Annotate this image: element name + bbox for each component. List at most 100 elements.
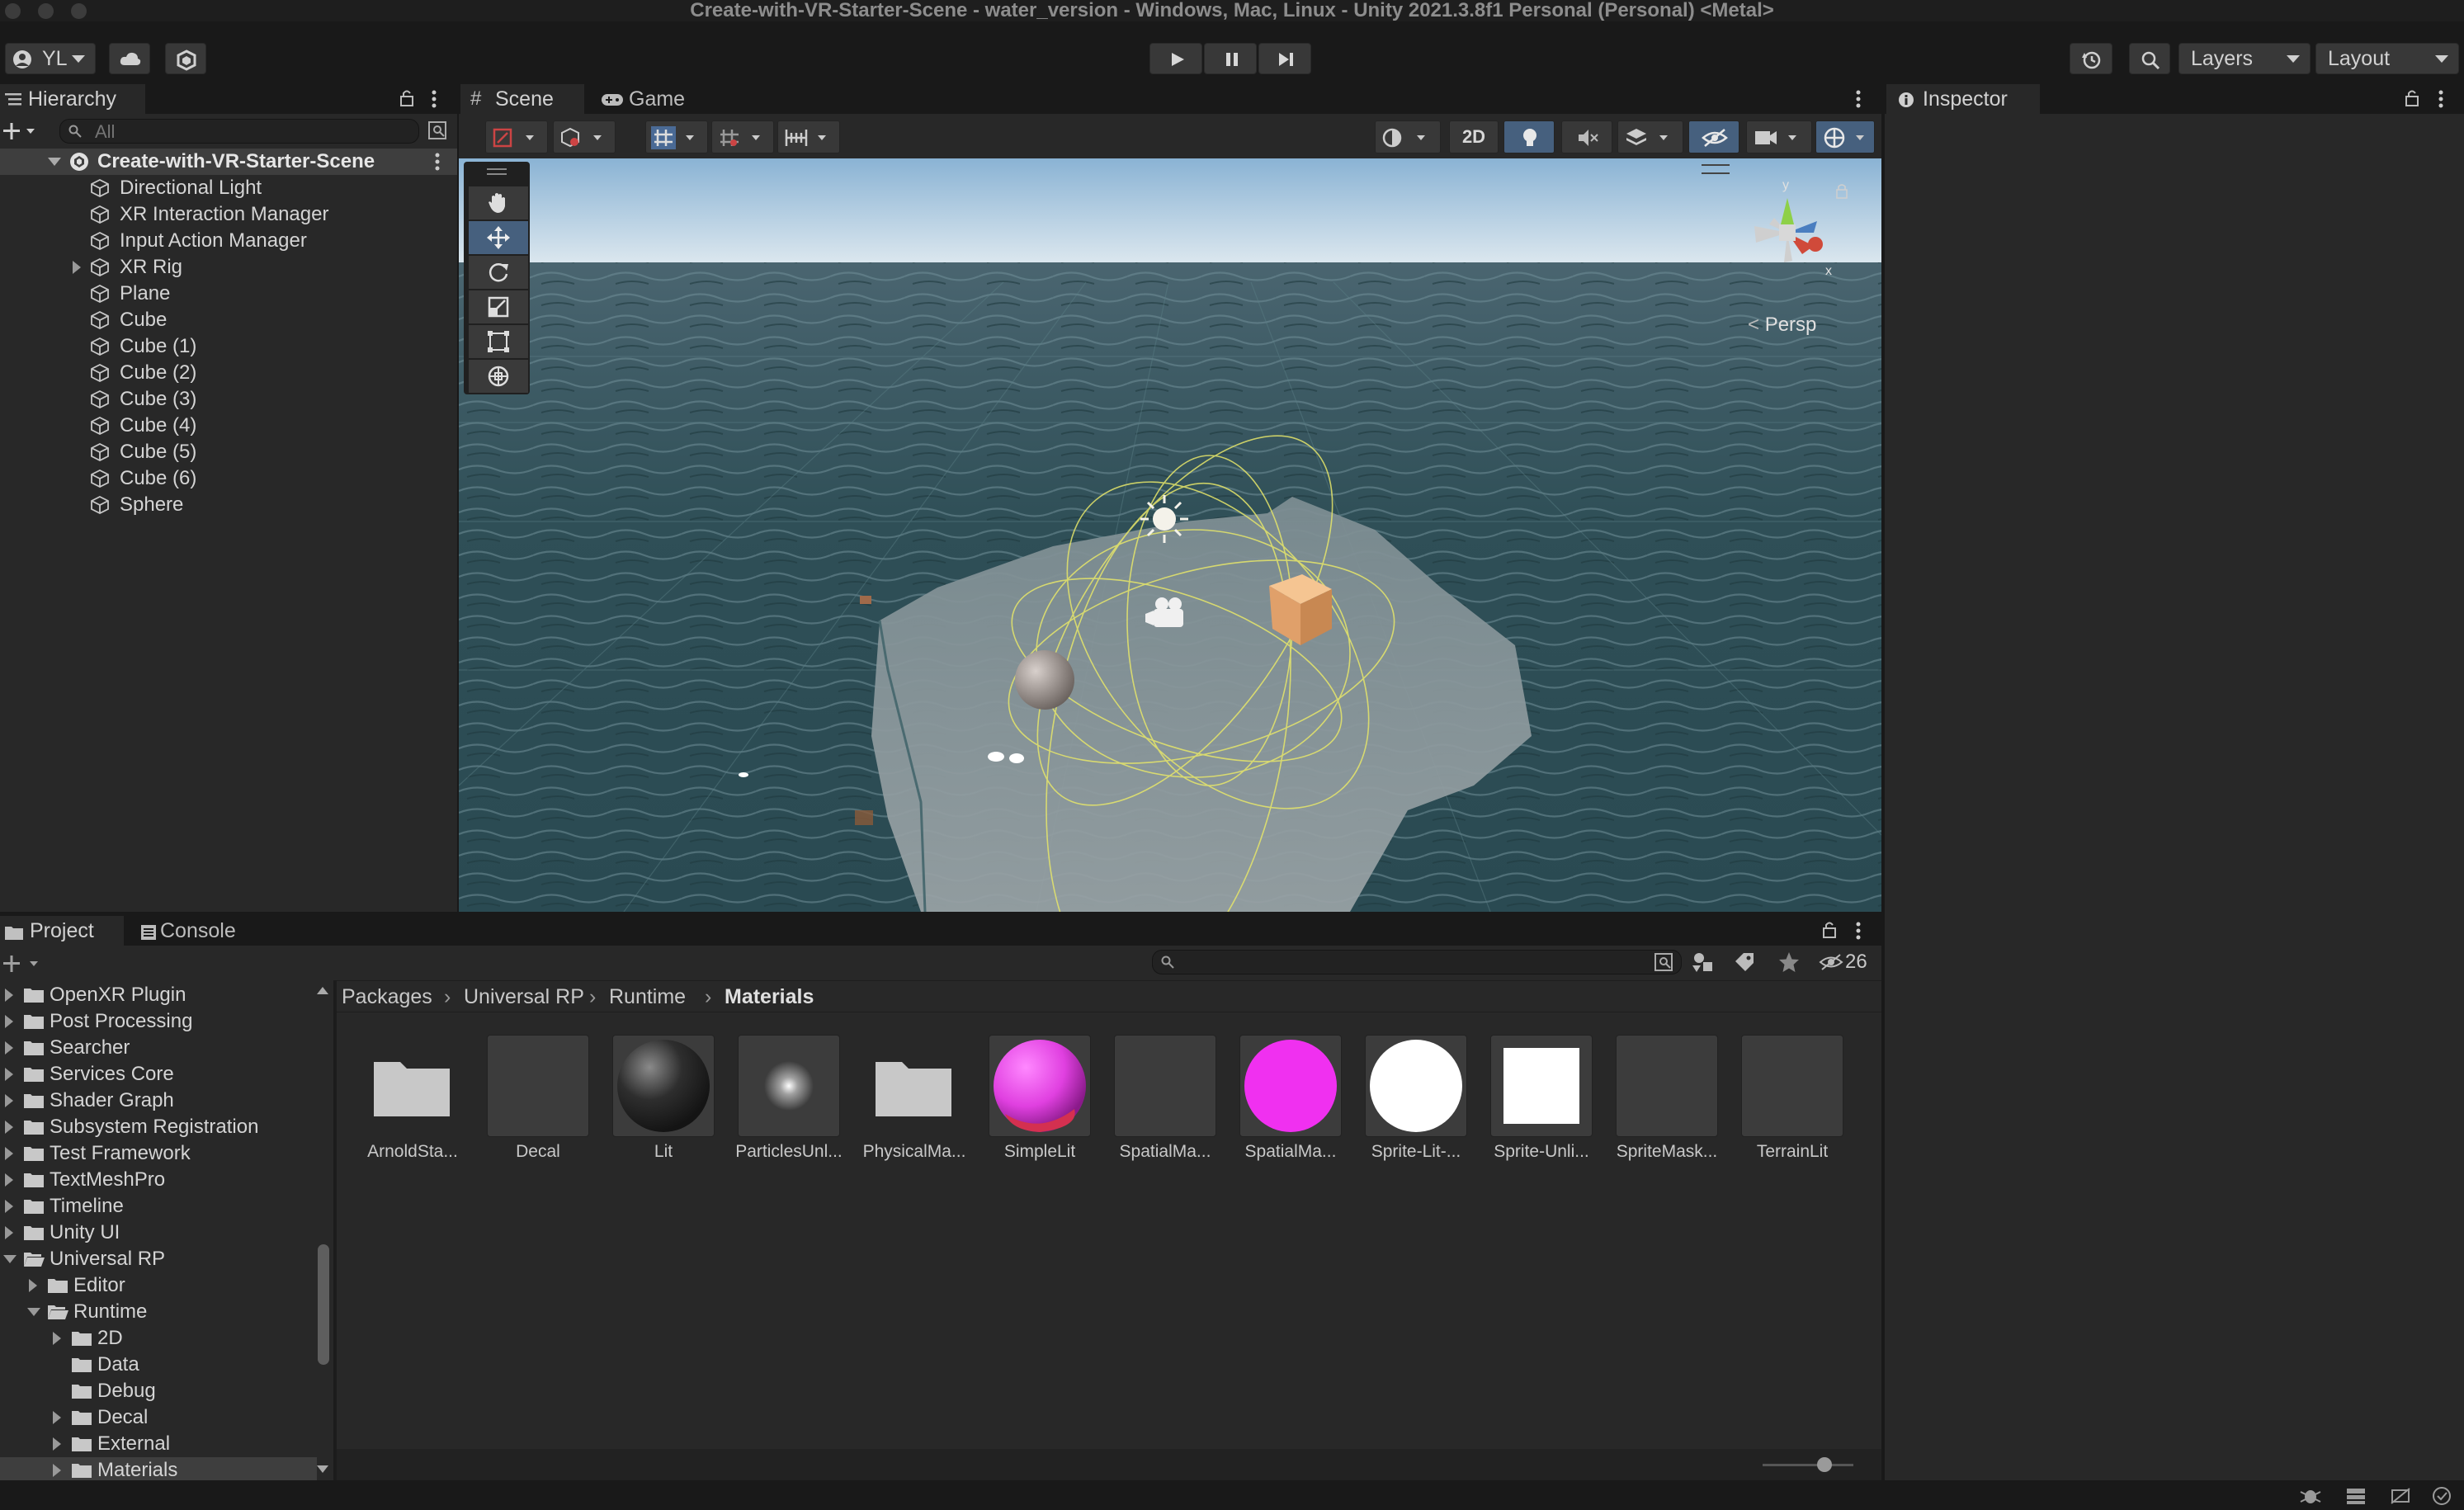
asset-tile[interactable] [487, 1035, 589, 1137]
asset-tile[interactable] [989, 1035, 1091, 1137]
breadcrumb-universal-rp[interactable]: Universal RP [464, 982, 584, 1012]
tab-inspector[interactable]: Inspector [1886, 84, 2040, 114]
project-tree-item[interactable]: 2D [0, 1325, 317, 1352]
orientation-gizmo[interactable]: y x [1738, 175, 1845, 287]
hierarchy-item[interactable]: Plane [0, 281, 457, 307]
hierarchy-item[interactable]: Cube (3) [0, 386, 457, 413]
asset-tile[interactable] [1490, 1035, 1593, 1137]
step-button[interactable] [1258, 43, 1311, 74]
scene-visibility-toggle[interactable] [1688, 120, 1739, 153]
expand-arrow-icon[interactable] [5, 1068, 13, 1081]
rotate-tool-button[interactable] [469, 256, 528, 289]
hierarchy-search-field[interactable] [59, 119, 419, 144]
expand-arrow-icon[interactable] [53, 1464, 61, 1477]
project-tree-item[interactable]: Services Core [0, 1061, 317, 1088]
gizmo-drag-handle[interactable] [1702, 164, 1730, 174]
project-tree-item[interactable]: Searcher [0, 1035, 317, 1061]
asset-tile[interactable] [612, 1035, 715, 1137]
expand-arrow-icon[interactable] [5, 1147, 13, 1160]
expand-arrow-icon[interactable] [5, 1094, 13, 1107]
expand-arrow-icon[interactable] [5, 1200, 13, 1213]
asset-tile[interactable] [1616, 1035, 1718, 1137]
scroll-down-icon[interactable] [317, 1465, 328, 1473]
render-mode-dropdown[interactable] [553, 120, 616, 153]
tree-scrollbar[interactable] [317, 987, 330, 1480]
hierarchy-item[interactable]: Input Action Manager [0, 228, 457, 254]
toggle-2d-button[interactable]: 2D [1449, 120, 1499, 153]
zoom-slider-track[interactable] [1763, 1464, 1853, 1466]
expand-arrow-icon[interactable] [53, 1332, 61, 1345]
hierarchy-item[interactable]: Cube (5) [0, 439, 457, 465]
hierarchy-item[interactable]: XR Rig [0, 254, 457, 281]
camera-dropdown[interactable] [1746, 120, 1812, 153]
hierarchy-item[interactable]: Cube (6) [0, 465, 457, 492]
project-tree-item[interactable]: Unity UI [0, 1220, 317, 1246]
projection-toggle[interactable]: < Persp [1748, 314, 1816, 337]
search-by-type-icon[interactable] [1692, 951, 1715, 974]
hierarchy-item[interactable]: Sphere [0, 492, 457, 518]
asset-tile[interactable] [1114, 1035, 1216, 1137]
project-tree-item[interactable]: OpenXR Plugin [0, 982, 317, 1008]
drag-handle-icon[interactable] [487, 168, 507, 175]
shading-dropdown[interactable] [1375, 120, 1441, 153]
project-create-button[interactable] [2, 951, 45, 975]
asset-tile[interactable] [1741, 1035, 1843, 1137]
project-tree-item[interactable]: Runtime [0, 1299, 317, 1325]
scene-viewport[interactable] [459, 158, 1881, 912]
project-tree-item[interactable]: External [0, 1431, 317, 1457]
status-check-icon[interactable] [2431, 1485, 2452, 1507]
rect-tool-button[interactable] [469, 325, 528, 358]
move-tool-button[interactable] [469, 221, 528, 254]
expand-arrow-icon[interactable] [5, 1226, 13, 1239]
breadcrumb-runtime[interactable]: Runtime [609, 982, 686, 1012]
search-scope-icon[interactable] [1654, 952, 1673, 972]
layers-dropdown[interactable]: Layers [2178, 43, 2311, 74]
asset-tile[interactable] [863, 1035, 965, 1137]
snap-settings-dropdown[interactable] [777, 120, 840, 153]
lighting-toggle[interactable] [1503, 120, 1555, 153]
hierarchy-item[interactable]: Directional Light [0, 175, 457, 201]
asset-tile[interactable] [1239, 1035, 1342, 1137]
project-tree-item[interactable]: Editor [0, 1272, 317, 1299]
lock-icon[interactable] [1835, 183, 1848, 200]
expand-arrow-icon[interactable] [5, 1121, 13, 1134]
expand-arrow-icon[interactable] [5, 1041, 13, 1055]
transform-tool-button[interactable] [469, 360, 528, 393]
pause-button[interactable] [1204, 43, 1257, 74]
more-options-icon[interactable] [2438, 89, 2444, 109]
hierarchy-item[interactable]: Cube (2) [0, 360, 457, 386]
hierarchy-item[interactable]: Cube (1) [0, 333, 457, 360]
project-tree-item[interactable]: Test Framework [0, 1140, 317, 1167]
more-options-icon[interactable] [1855, 89, 1862, 109]
scroll-up-icon[interactable] [317, 987, 328, 994]
project-tree-item[interactable]: Timeline [0, 1193, 317, 1220]
breadcrumb-packages[interactable]: Packages [342, 982, 432, 1012]
hierarchy-scene-row[interactable]: Create-with-VR-Starter-Scene [0, 149, 457, 175]
zoom-slider-thumb[interactable] [1817, 1457, 1832, 1472]
project-tree-item[interactable]: Post Processing [0, 1008, 317, 1035]
project-search-field[interactable] [1152, 950, 1682, 974]
project-tree-item[interactable]: TextMeshPro [0, 1167, 317, 1193]
more-options-icon[interactable] [1855, 921, 1862, 941]
gizmos-dropdown[interactable] [1815, 120, 1875, 153]
tab-hierarchy[interactable]: Hierarchy [0, 84, 145, 114]
cloud-button[interactable] [109, 43, 150, 74]
tab-scene[interactable]: # Scene [460, 84, 584, 114]
lock-icon[interactable] [399, 89, 414, 107]
expand-arrow-icon[interactable] [5, 1173, 13, 1187]
project-tree-item[interactable]: Decal [0, 1404, 317, 1431]
expand-arrow-icon[interactable] [53, 1411, 61, 1424]
search-by-type-icon[interactable] [427, 120, 447, 140]
hierarchy-search-input[interactable] [93, 121, 394, 143]
grid-snap-dropdown[interactable] [645, 120, 708, 153]
network-off-icon[interactable] [2390, 1487, 2411, 1505]
layout-dropdown[interactable]: Layout [2315, 43, 2459, 74]
star-icon[interactable] [1777, 951, 1801, 974]
tab-console[interactable]: Console [132, 916, 264, 946]
collapse-arrow-icon[interactable] [48, 158, 61, 166]
audio-toggle[interactable] [1561, 120, 1612, 153]
lock-icon[interactable] [2405, 89, 2419, 107]
hand-tool-button[interactable] [469, 186, 528, 219]
hidden-packages-toggle[interactable]: 26 [1819, 949, 1876, 975]
more-options-icon[interactable] [431, 89, 437, 109]
